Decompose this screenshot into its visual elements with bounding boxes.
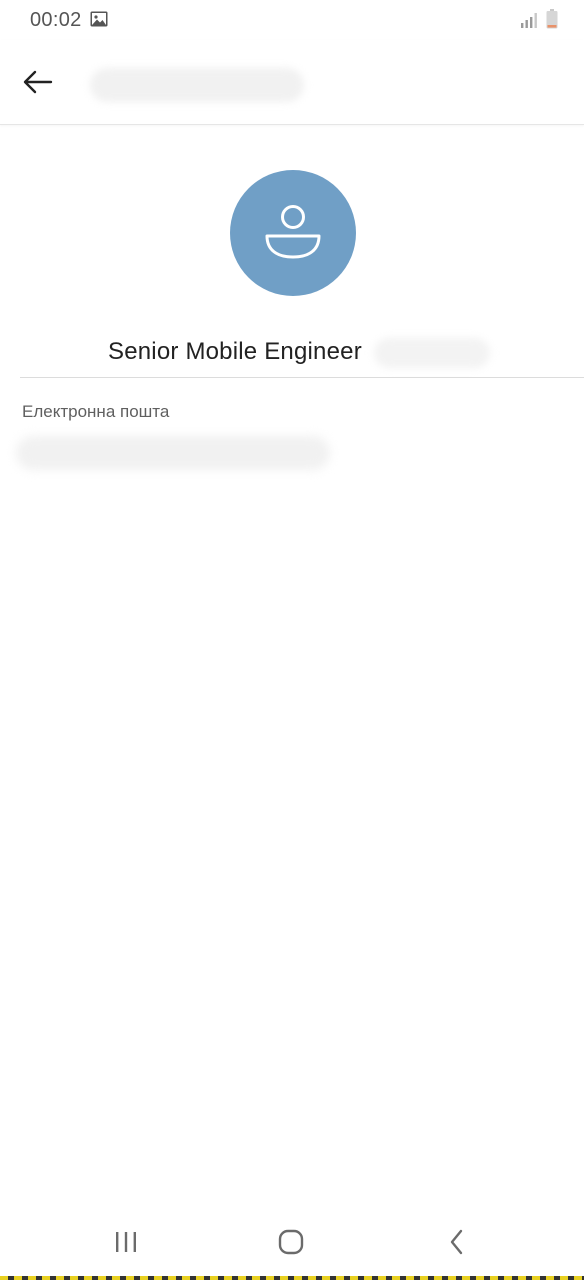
person-icon xyxy=(265,205,321,259)
recents-button[interactable] xyxy=(96,1212,156,1272)
bottom-strip xyxy=(0,1276,584,1280)
email-label: Електронна пошта xyxy=(22,402,170,421)
redacted-title xyxy=(90,68,304,102)
system-back-button[interactable] xyxy=(427,1212,487,1272)
status-time: 00:02 xyxy=(30,9,82,31)
back-icon xyxy=(450,1229,463,1255)
arrow-left-icon xyxy=(23,70,53,94)
home-icon xyxy=(278,1229,304,1255)
redacted-email[interactable] xyxy=(16,436,330,470)
avatar xyxy=(230,170,356,296)
home-button[interactable] xyxy=(261,1212,321,1272)
profile-name: Senior Mobile Engineer xyxy=(108,338,362,365)
divider xyxy=(20,377,584,378)
back-button[interactable] xyxy=(18,62,58,102)
app-bar xyxy=(0,40,584,125)
redacted-name xyxy=(374,338,490,368)
battery-icon xyxy=(546,9,558,29)
gallery-icon xyxy=(90,11,108,27)
profile-name-row: Senior Mobile Engineer xyxy=(0,332,584,372)
navigation-bar xyxy=(0,1212,584,1274)
signal-icon xyxy=(521,13,537,28)
recents-icon xyxy=(116,1232,136,1252)
status-bar: 00:02 xyxy=(0,0,584,40)
